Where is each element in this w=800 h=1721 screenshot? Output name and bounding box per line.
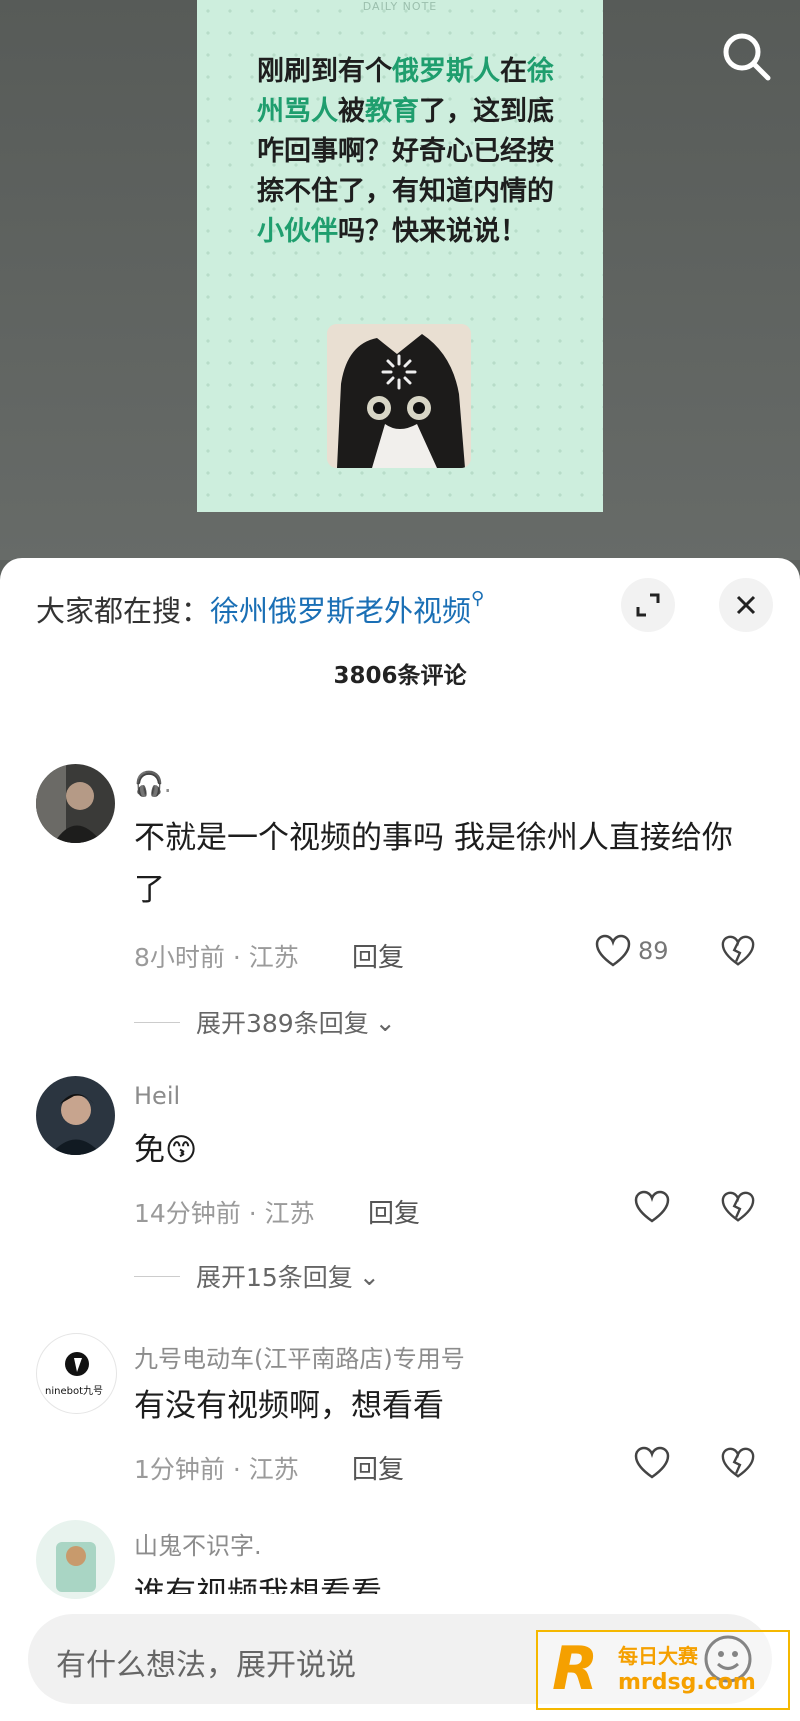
avatar[interactable] <box>36 764 115 843</box>
expand-label: 展开389条回复 <box>196 1009 369 1038</box>
close-button[interactable] <box>719 578 773 632</box>
watermark-r-icon: R <box>552 1634 599 1704</box>
input-placeholder: 有什么想法，展开说说 <box>56 1648 356 1683</box>
comment-time: 8小时前 · 江苏 <box>134 943 299 972</box>
daily-note-header: DAILY NOTE <box>362 0 438 13</box>
dislike-button[interactable] <box>720 1445 756 1485</box>
chevron-down-icon: ⌄ <box>374 1007 396 1037</box>
heart-icon <box>634 1190 670 1223</box>
comment-author[interactable]: 九号电动车(江平南路店)专用号 <box>134 1339 465 1374</box>
comment-text: 免😙 <box>134 1124 754 1176</box>
avatar[interactable]: ninebot九号 <box>36 1333 117 1414</box>
like-count: 89 <box>638 937 669 965</box>
comment-author[interactable]: 🎧. <box>134 770 172 798</box>
comment-count: 3806条评论 <box>333 663 467 689</box>
reply-button[interactable]: 回复 <box>368 1193 420 1230</box>
divider <box>134 1021 180 1023</box>
cat-image <box>327 324 471 468</box>
watermark-line1: 每日大赛 <box>618 1644 698 1668</box>
note-seg: 在 <box>500 56 527 87</box>
note-seg-highlight: 小伙伴 <box>257 216 338 247</box>
note-seg: 吗？快来说说！ <box>338 216 527 247</box>
close-icon <box>736 595 756 615</box>
reply-button[interactable]: 回复 <box>352 937 404 974</box>
heart-icon <box>634 1446 670 1479</box>
comment-author[interactable]: 山鬼不识字. <box>134 1526 262 1561</box>
avatar[interactable] <box>36 1520 115 1599</box>
emoji-icon: 😙 <box>165 1132 198 1168</box>
like-button[interactable] <box>633 1446 671 1480</box>
note-text: 刚刷到有个俄罗斯人在徐州骂人被教育了，这到底咋回事啊？好奇心已经按捺不住了，有知… <box>257 52 557 252</box>
divider <box>134 1275 180 1277</box>
expand-icon <box>636 593 660 617</box>
note-seg-highlight: 教育 <box>365 96 419 127</box>
comment-time: 1分钟前 · 江苏 <box>134 1455 299 1484</box>
broken-heart-icon <box>721 1447 755 1478</box>
like-button[interactable] <box>633 1190 671 1224</box>
chevron-down-icon: ⌄ <box>358 1261 380 1291</box>
note-seg-highlight: 俄罗斯人 <box>392 56 500 87</box>
comment-text-content: 免 <box>134 1132 165 1168</box>
dislike-button[interactable] <box>720 1189 756 1229</box>
daily-note-card: DAILY NOTE 刚刷到有个俄罗斯人在徐州骂人被教育了，这到底咋回事啊？好奇… <box>197 0 603 512</box>
expand-replies[interactable]: 展开389条回复 ⌄ <box>134 1004 396 1040</box>
note-seg: 被 <box>338 96 365 127</box>
comment-time: 14分钟前 · 江苏 <box>134 1199 315 1228</box>
comment-text: 有没有视频啊，想看看 <box>134 1388 444 1424</box>
heart-icon <box>595 934 631 967</box>
expand-replies[interactable]: 展开15条回复 ⌄ <box>134 1258 380 1294</box>
note-seg: 刚刷到有个 <box>257 56 392 87</box>
watermark-logo: R 每日大赛 mrdsg.com <box>536 1630 790 1710</box>
dislike-button[interactable] <box>720 933 756 973</box>
broken-heart-icon <box>721 1191 755 1222</box>
search-icon[interactable] <box>718 28 774 84</box>
reply-button[interactable]: 回复 <box>352 1449 404 1486</box>
search-icon: ⚲ <box>471 588 485 609</box>
comment-author[interactable]: Heil <box>134 1082 180 1110</box>
trending-prefix: 大家都在搜： <box>36 594 211 628</box>
broken-heart-icon <box>721 935 755 966</box>
trending-query[interactable]: 徐州俄罗斯老外视频 <box>210 594 471 628</box>
watermark-line2: mrdsg.com <box>618 1670 756 1695</box>
comment-text: 不就是一个视频的事吗 我是徐州人直接给你了 <box>134 820 733 908</box>
avatar-logo-text: ninebot九号 <box>45 1385 103 1397</box>
comment-input-bar: 有什么想法，展开说说 R 每日大赛 mrdsg.com <box>0 1600 800 1721</box>
expand-sheet-button[interactable] <box>621 578 675 632</box>
comment-text-clip: 谁有视频我想看看 <box>134 1572 754 1594</box>
video-background[interactable]: DAILY NOTE 刚刷到有个俄罗斯人在徐州骂人被教育了，这到底咋回事啊？好奇… <box>0 0 800 560</box>
expand-label: 展开15条回复 <box>196 1263 353 1292</box>
comment-text: 谁有视频我想看看 <box>134 1576 382 1594</box>
trending-search[interactable]: 大家都在搜：徐州俄罗斯老外视频⚲ <box>36 588 484 630</box>
comments-sheet: 大家都在搜：徐州俄罗斯老外视频⚲ 3806条评论 🎧. 不就是一个视频的事吗 我… <box>0 558 800 1721</box>
like-button[interactable]: 89 <box>594 934 669 968</box>
avatar[interactable] <box>36 1076 115 1155</box>
